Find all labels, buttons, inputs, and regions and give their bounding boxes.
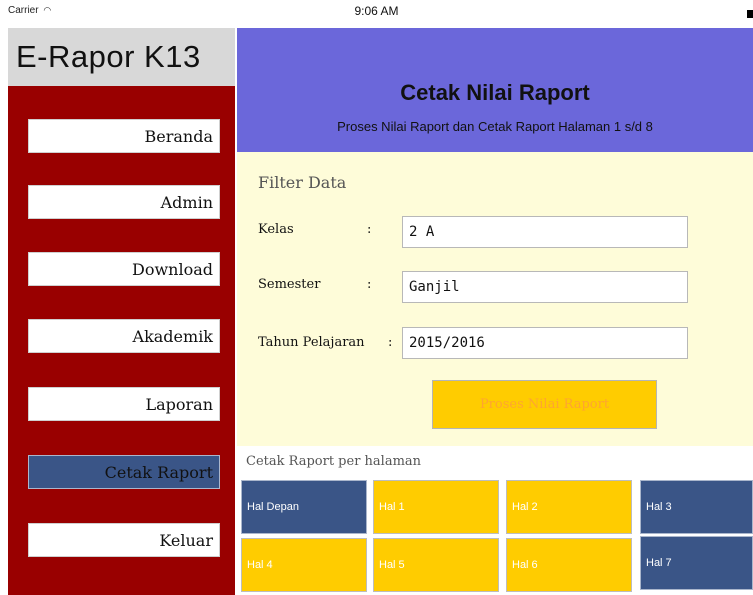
page-title: Cetak Nilai Raport	[400, 80, 590, 105]
sidebar-item-laporan[interactable]: Laporan	[28, 387, 220, 421]
hal-4-button[interactable]: Hal 4	[241, 538, 367, 592]
status-time: 9:06 AM	[354, 4, 399, 18]
hal-1-button[interactable]: Hal 1	[373, 480, 499, 534]
battery-icon	[747, 10, 753, 18]
kelas-colon: :	[367, 222, 372, 237]
sidebar: Beranda Admin Download Akademik Laporan …	[8, 86, 235, 595]
sidebar-item-cetak-raport[interactable]: Cetak Raport	[28, 455, 220, 489]
hal-7-button[interactable]: Hal 7	[640, 536, 753, 590]
sidebar-item-beranda[interactable]: Beranda	[28, 119, 220, 153]
page-header: Cetak Nilai Raport Proses Nilai Raport d…	[237, 28, 753, 152]
hal-3-button[interactable]: Hal 3	[640, 480, 753, 534]
print-section-label: Cetak Raport per halaman	[246, 454, 422, 469]
hal-5-button[interactable]: Hal 5	[373, 538, 499, 592]
tahun-pelajaran-label: Tahun Pelajaran	[258, 335, 365, 350]
kelas-field[interactable]: 2 A	[402, 216, 688, 248]
hal-depan-button[interactable]: Hal Depan	[241, 480, 367, 534]
semester-field[interactable]: Ganjil	[402, 271, 688, 303]
status-bar: Carrier ◠ 9:06 AM	[0, 0, 753, 26]
hal-6-button[interactable]: Hal 6	[506, 538, 632, 592]
filter-title: Filter Data	[258, 173, 347, 192]
kelas-label: Kelas	[258, 222, 294, 237]
semester-label: Semester	[258, 277, 321, 292]
tahun-pelajaran-field[interactable]: 2015/2016	[402, 327, 688, 359]
sidebar-item-akademik[interactable]: Akademik	[28, 319, 220, 353]
proses-nilai-raport-button[interactable]: Proses Nilai Raport	[432, 380, 657, 429]
tahun-pelajaran-colon: :	[388, 335, 393, 350]
sidebar-item-download[interactable]: Download	[28, 252, 220, 286]
filter-panel: Filter Data Kelas : 2 A Semester : Ganji…	[237, 152, 753, 446]
page-subtitle: Proses Nilai Raport dan Cetak Raport Hal…	[337, 119, 653, 134]
semester-colon: :	[367, 277, 372, 292]
sidebar-item-admin[interactable]: Admin	[28, 185, 220, 219]
hal-2-button[interactable]: Hal 2	[506, 480, 632, 534]
sidebar-item-keluar[interactable]: Keluar	[28, 523, 220, 557]
app-title: E-Rapor K13	[8, 28, 235, 86]
